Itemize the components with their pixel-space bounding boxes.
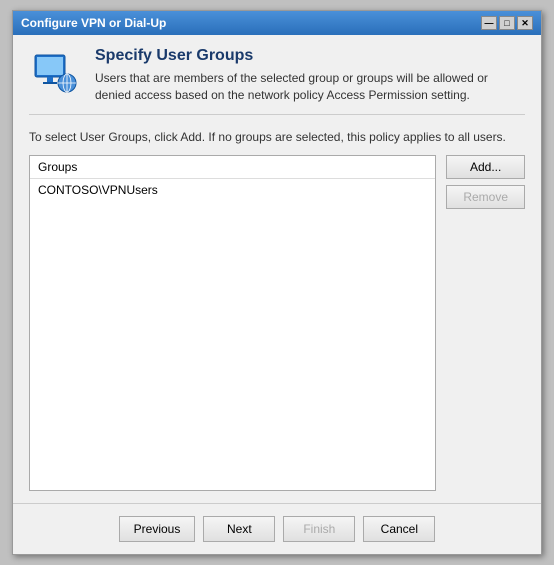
add-button[interactable]: Add... xyxy=(446,155,525,179)
groups-column-header: Groups xyxy=(30,156,435,179)
side-buttons: Add... Remove xyxy=(446,155,525,491)
title-bar-controls: — □ ✕ xyxy=(481,16,533,30)
header-svg-icon xyxy=(29,47,81,99)
previous-button[interactable]: Previous xyxy=(119,516,196,542)
title-bar: Configure VPN or Dial-Up — □ ✕ xyxy=(13,11,541,35)
finish-button[interactable]: Finish xyxy=(283,516,355,542)
page-description: Users that are members of the selected g… xyxy=(95,70,525,104)
page-title: Specify User Groups xyxy=(95,47,525,65)
maximize-button[interactable]: □ xyxy=(499,16,515,30)
vpn-icon xyxy=(29,47,81,99)
header-section: Specify User Groups Users that are membe… xyxy=(29,47,525,115)
footer: Previous Next Finish Cancel xyxy=(13,503,541,554)
content-area: Specify User Groups Users that are membe… xyxy=(13,35,541,503)
groups-panel: Groups CONTOSO\VPNUsers xyxy=(29,155,436,491)
next-button[interactable]: Next xyxy=(203,516,275,542)
main-window: Configure VPN or Dial-Up — □ ✕ xyxy=(12,10,542,555)
info-text: To select User Groups, click Add. If no … xyxy=(29,129,525,146)
header-text: Specify User Groups Users that are membe… xyxy=(95,47,525,104)
close-button[interactable]: ✕ xyxy=(517,16,533,30)
minimize-button[interactable]: — xyxy=(481,16,497,30)
remove-button[interactable]: Remove xyxy=(446,185,525,209)
main-area: Groups CONTOSO\VPNUsers Add... Remove xyxy=(29,155,525,491)
window-title: Configure VPN or Dial-Up xyxy=(21,16,166,30)
cancel-button[interactable]: Cancel xyxy=(363,516,435,542)
list-item[interactable]: CONTOSO\VPNUsers xyxy=(30,181,435,199)
groups-list: CONTOSO\VPNUsers xyxy=(30,179,435,490)
